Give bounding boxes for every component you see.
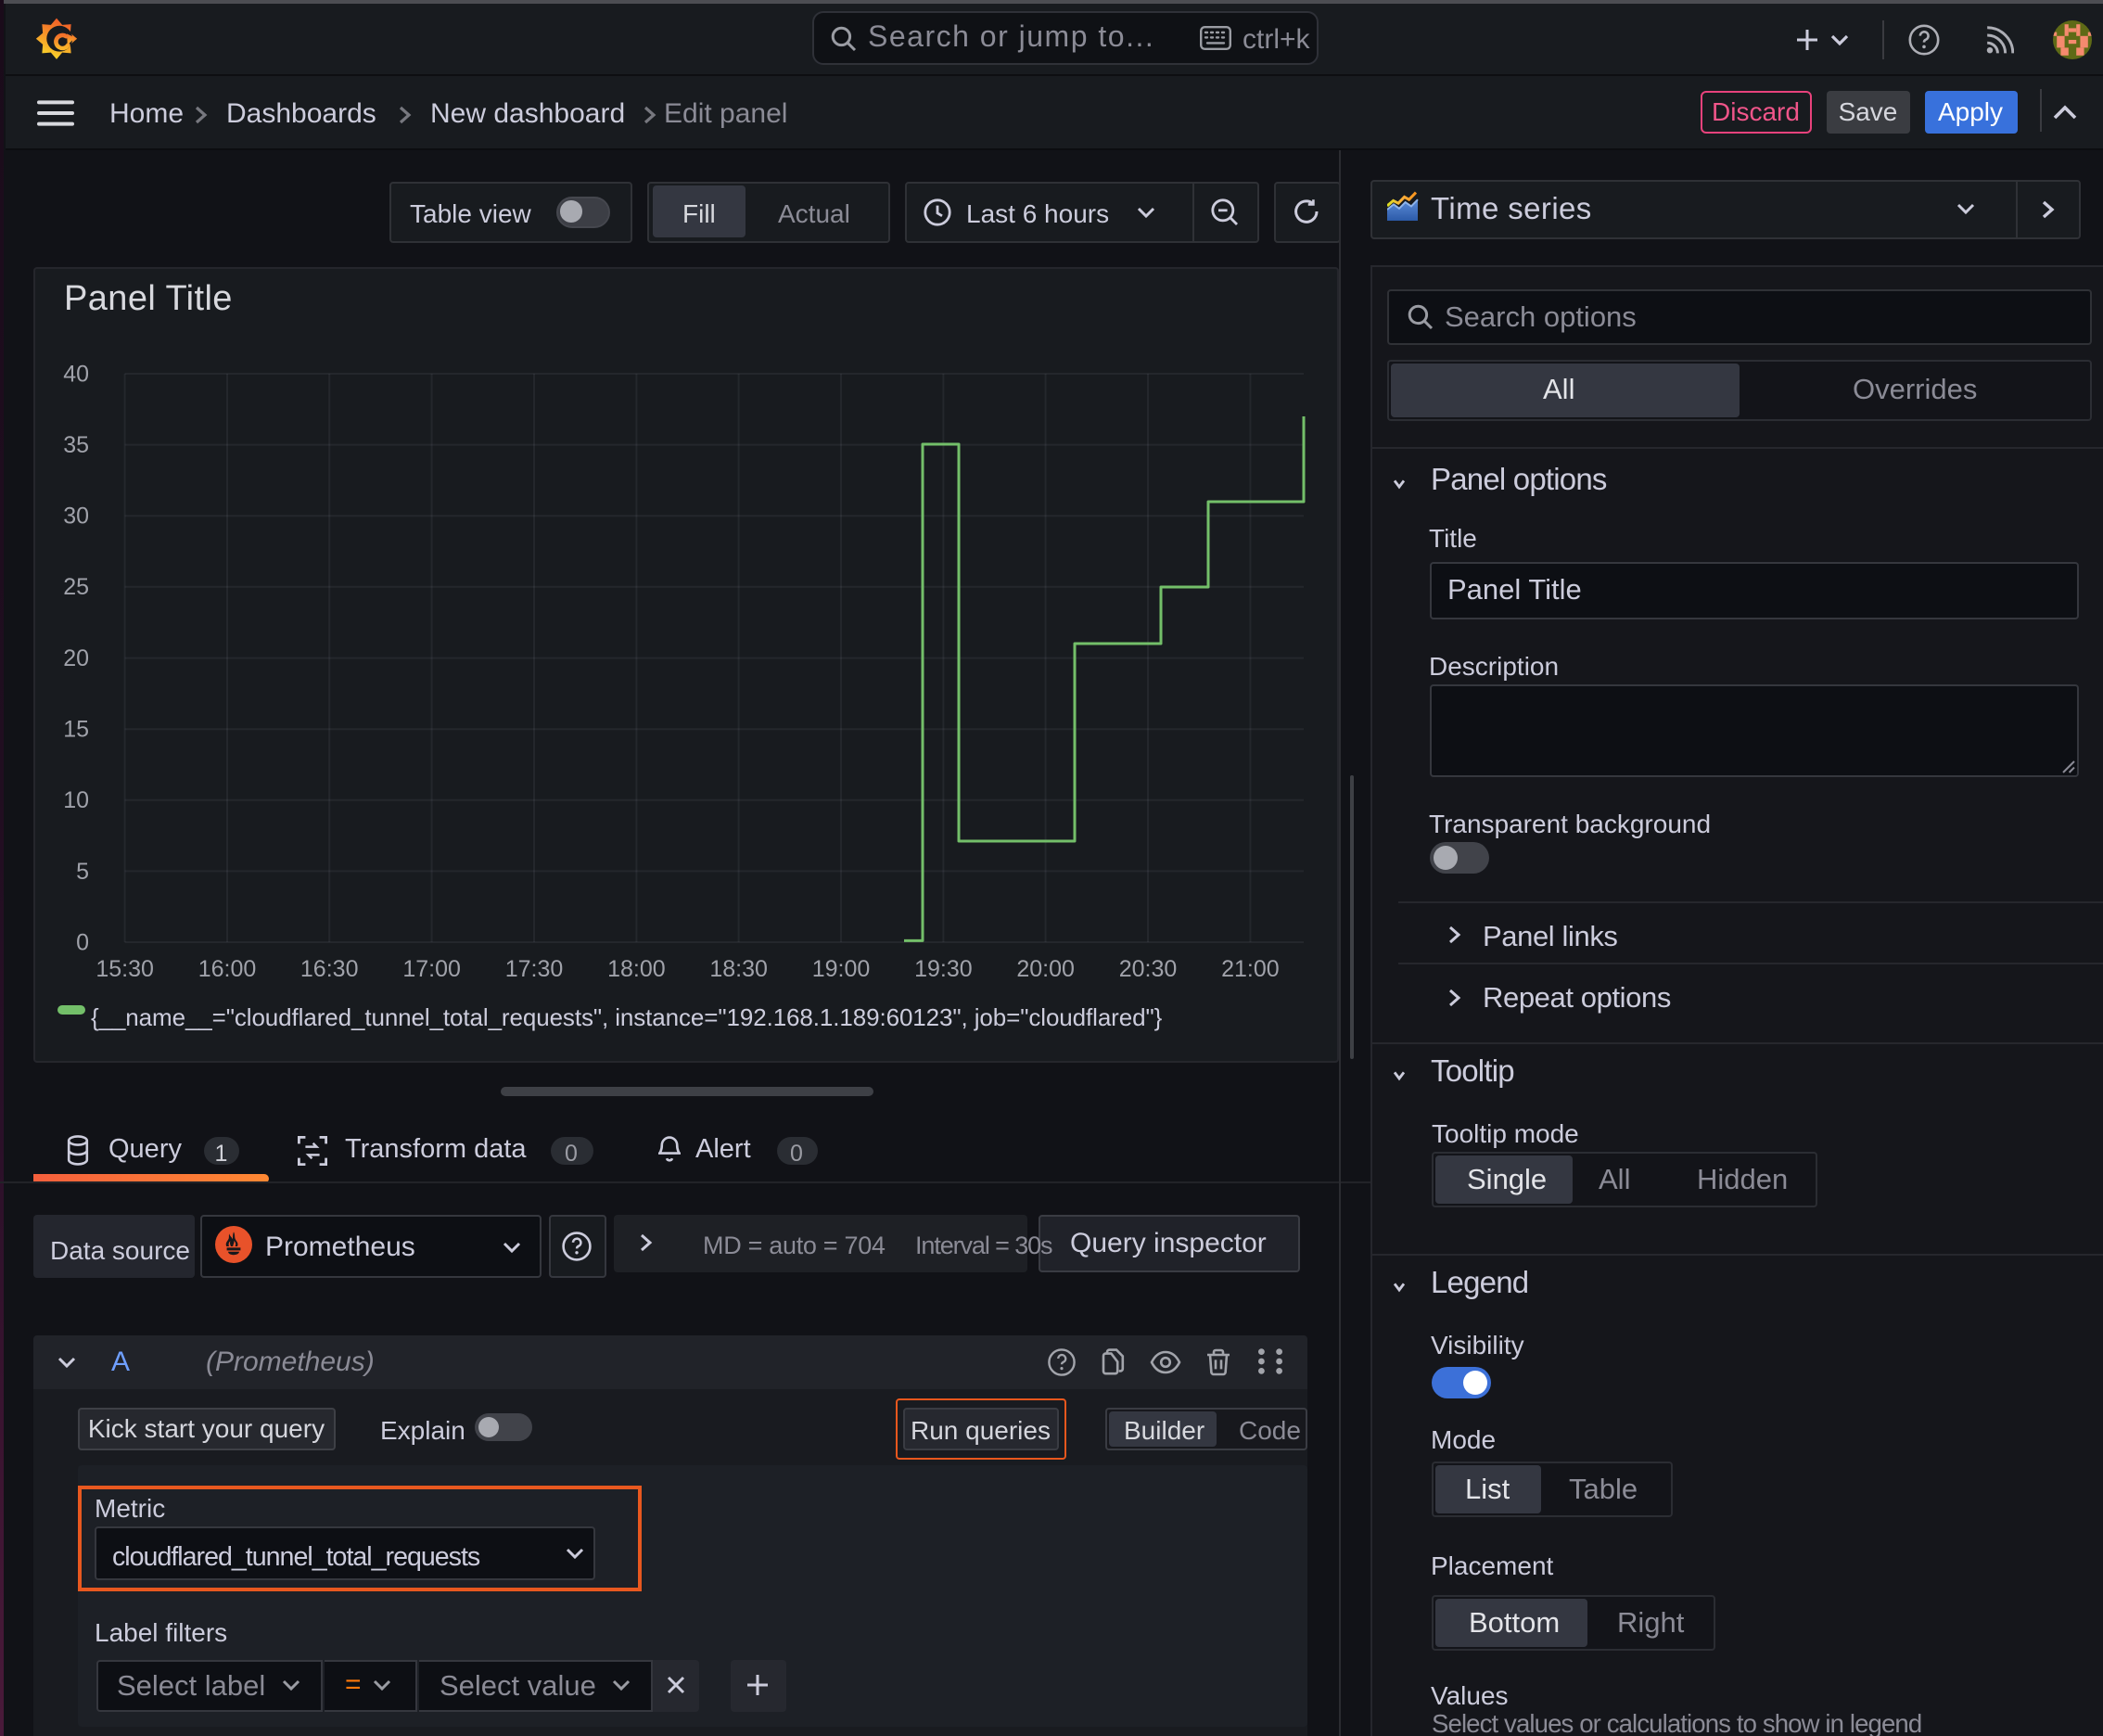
svg-text:17:30: 17:30 [505, 955, 564, 981]
svg-text:18:30: 18:30 [709, 955, 768, 981]
svg-text:17:00: 17:00 [402, 955, 461, 981]
svg-text:16:00: 16:00 [198, 955, 257, 981]
svg-text:15: 15 [63, 716, 89, 742]
svg-text:35: 35 [63, 431, 89, 457]
svg-text:25: 25 [63, 573, 89, 599]
svg-text:19:00: 19:00 [812, 955, 871, 981]
svg-text:20:00: 20:00 [1016, 955, 1075, 981]
svg-text:20:30: 20:30 [1119, 955, 1178, 981]
svg-text:15:30: 15:30 [96, 955, 154, 981]
svg-text:21:00: 21:00 [1221, 955, 1280, 981]
svg-text:40: 40 [63, 360, 89, 386]
svg-text:19:30: 19:30 [914, 955, 973, 981]
svg-text:5: 5 [76, 858, 89, 884]
svg-text:10: 10 [63, 786, 89, 812]
svg-text:20: 20 [63, 645, 89, 670]
svg-text:0: 0 [76, 928, 89, 954]
svg-text:30: 30 [63, 503, 89, 529]
svg-text:18:00: 18:00 [607, 955, 666, 981]
svg-text:16:30: 16:30 [300, 955, 359, 981]
